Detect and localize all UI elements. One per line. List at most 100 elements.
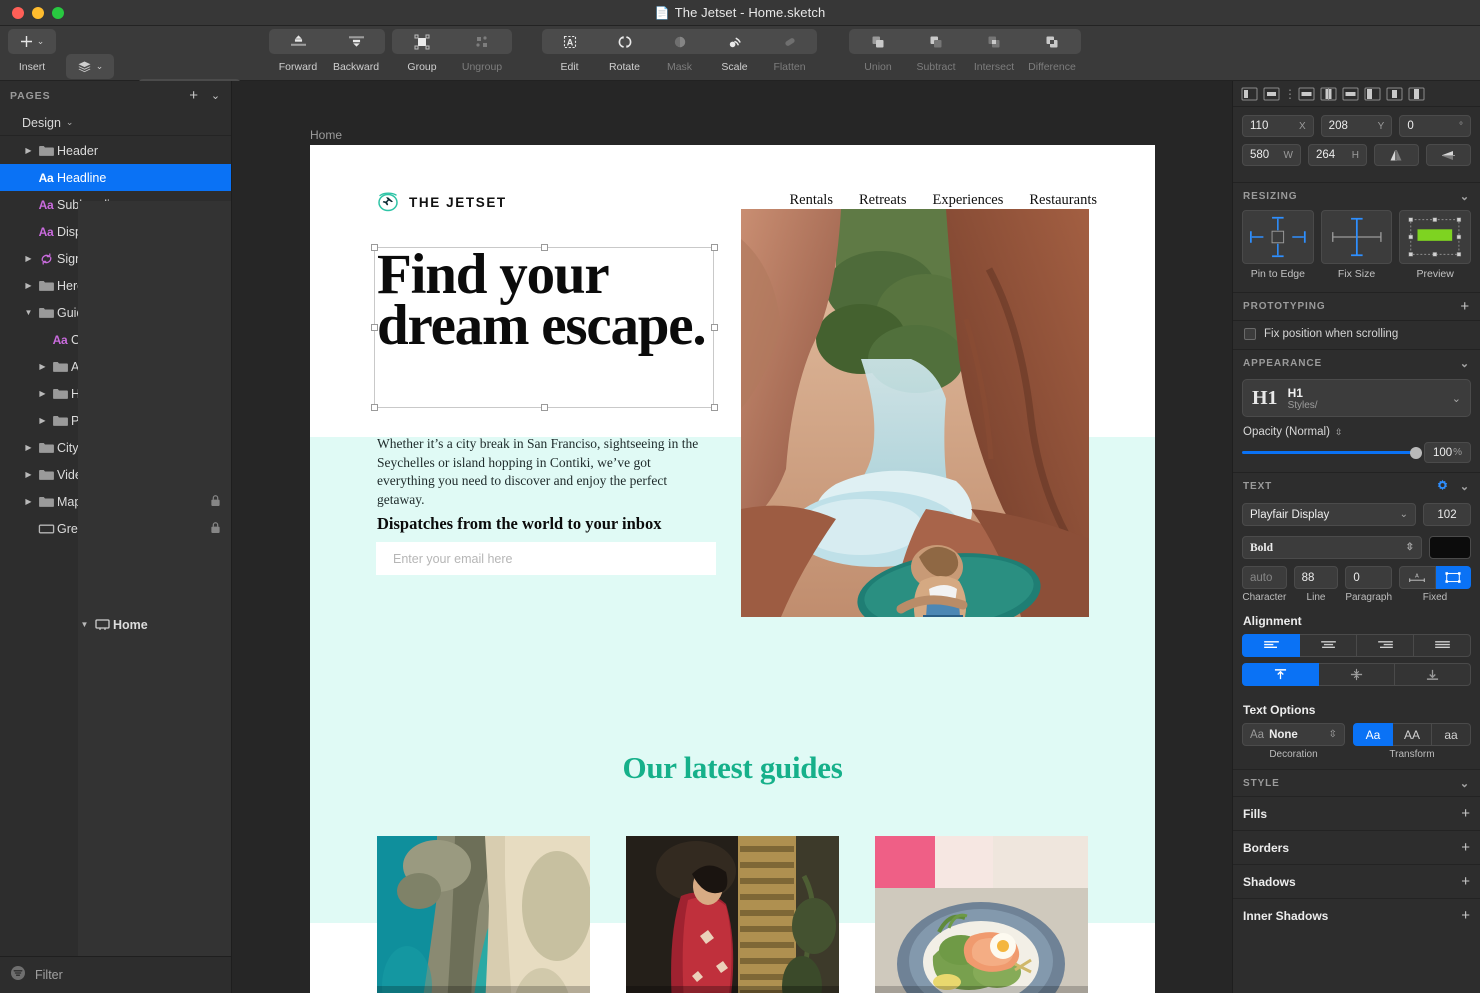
guide-card-australia[interactable]: Dine Australia — [875, 836, 1088, 993]
character-input[interactable]: auto — [1242, 566, 1287, 589]
ungroup-button[interactable] — [452, 29, 512, 54]
add-inner-shadow-button[interactable]: + — [1461, 907, 1470, 924]
width-input[interactable]: 580 W — [1242, 144, 1301, 166]
flip-horizontal-button[interactable] — [1374, 144, 1419, 166]
align-left-edges-icon[interactable] — [1240, 85, 1259, 103]
mask-button[interactable] — [652, 29, 707, 54]
text-color-swatch[interactable] — [1429, 536, 1471, 559]
selection-handle-top-right[interactable] — [711, 244, 718, 251]
blend-mode-stepper-icon[interactable]: ⇳ — [1335, 427, 1343, 438]
opacity-slider-knob[interactable] — [1410, 446, 1422, 459]
subheading-text[interactable]: Whether it’s a city break in San Francis… — [377, 435, 707, 509]
font-family-select[interactable]: Playfair Display ⌄ — [1242, 503, 1416, 526]
opacity-control[interactable]: 100 % — [1233, 442, 1480, 472]
chevron-down-icon[interactable]: ⌄ — [1460, 777, 1470, 790]
selection-handle-middle-right[interactable] — [711, 324, 718, 331]
line-input[interactable]: 88 — [1293, 566, 1339, 589]
opacity-slider[interactable] — [1242, 446, 1422, 459]
nav-item-rentals[interactable]: Rentals — [789, 192, 833, 209]
text-sizing-field[interactable]: A Fixed — [1399, 566, 1472, 603]
fix-position-when-scrolling-row[interactable]: Fix position when scrolling — [1233, 321, 1480, 349]
align-left-button[interactable] — [1242, 634, 1300, 657]
decoration-field[interactable]: Aa None ⇳ Decoration — [1242, 723, 1345, 760]
text-style-selector[interactable]: H1 H1 Styles/ ⌄ — [1242, 379, 1471, 417]
artboard-label[interactable]: Home — [310, 128, 342, 142]
flip-vertical-button[interactable] — [1426, 144, 1471, 166]
hero-image[interactable] — [741, 209, 1089, 617]
resizing-section-header[interactable]: RESIZING ⌄ — [1233, 183, 1480, 210]
guide-card-portugal[interactable]: Discover Portugal — [377, 836, 590, 993]
disclosure-triangle-collapsed-icon[interactable]: ▶ — [36, 416, 49, 425]
borders-row[interactable]: Borders + — [1233, 830, 1480, 864]
horizontal-alignment-group[interactable] — [1242, 634, 1471, 657]
style-section-header[interactable]: STYLE ⌄ — [1233, 769, 1480, 796]
x-position-input[interactable]: 110 X — [1242, 115, 1314, 137]
disclosure-triangle-expanded-icon[interactable]: ▼ — [78, 620, 91, 629]
layer-row-headline[interactable]: Aa Headline — [0, 164, 231, 191]
selection-handle-bottom-right[interactable] — [711, 404, 718, 411]
toolbar-insert[interactable]: ⌄ Insert — [8, 29, 56, 73]
move-backward-button[interactable] — [327, 29, 385, 54]
align-vertical-center-icon[interactable] — [1319, 85, 1338, 103]
selection-handle-middle-left[interactable] — [371, 324, 378, 331]
vertical-alignment-group[interactable] — [1242, 663, 1471, 686]
rotate-button[interactable] — [597, 29, 652, 54]
artboard-home[interactable]: THE JETSET Rentals Retreats Experiences … — [310, 145, 1155, 993]
page-selector[interactable]: Design ⌄ — [0, 110, 231, 136]
scale-button[interactable] — [707, 29, 762, 54]
align-bottom-button[interactable] — [1395, 663, 1471, 686]
align-middle-button[interactable] — [1319, 663, 1395, 686]
disclosure-triangle-collapsed-icon[interactable]: ▶ — [22, 443, 35, 452]
text-options-row[interactable]: Aa None ⇳ Decoration Aa AA aa Transform — [1233, 723, 1480, 760]
site-logo[interactable]: THE JETSET — [376, 190, 507, 214]
email-signup-input[interactable]: Enter your email here — [376, 542, 716, 575]
font-weight-select[interactable]: Bold ⇳ — [1242, 536, 1422, 559]
align-right-button[interactable] — [1357, 634, 1414, 657]
align-top-button[interactable] — [1242, 663, 1319, 686]
character-spacing-field[interactable]: auto Character — [1242, 566, 1287, 603]
fills-row[interactable]: Fills + — [1233, 796, 1480, 830]
selection-handle-bottom-center[interactable] — [541, 404, 548, 411]
lock-icon[interactable] — [210, 494, 221, 510]
disclosure-triangle-collapsed-icon[interactable]: ▶ — [22, 497, 35, 506]
disclosure-triangle-expanded-icon[interactable]: ▼ — [22, 308, 35, 317]
nav-item-restaurants[interactable]: Restaurants — [1029, 192, 1097, 209]
add-shadow-button[interactable]: + — [1461, 873, 1470, 890]
font-family-row[interactable]: Playfair Display ⌄ 102 — [1233, 500, 1480, 533]
selection-handle-top-left[interactable] — [371, 244, 378, 251]
add-prototype-link-button[interactable]: + — [1460, 298, 1470, 315]
font-size-input[interactable]: 102 — [1423, 503, 1471, 526]
disclosure-triangle-collapsed-icon[interactable]: ▶ — [22, 254, 35, 263]
height-input[interactable]: 264 H — [1308, 144, 1367, 166]
paragraph-spacing-field[interactable]: 0 Paragraph — [1345, 566, 1393, 603]
intersect-button[interactable] — [965, 29, 1023, 54]
decoration-select[interactable]: Aa None ⇳ — [1242, 723, 1345, 746]
y-position-input[interactable]: 208 Y — [1320, 115, 1393, 137]
move-forward-button[interactable] — [269, 29, 327, 54]
appearance-section-header[interactable]: APPEARANCE ⌄ — [1233, 350, 1480, 377]
headline-text[interactable]: Find your dream escape. — [377, 246, 715, 354]
layer-artboard-home[interactable]: ▼ Home — [78, 201, 231, 956]
distribute-vertical-icon[interactable] — [1341, 85, 1360, 103]
data-button[interactable]: ⌄ — [66, 54, 114, 79]
line-spacing-field[interactable]: 88 Line — [1293, 566, 1339, 603]
resizing-options[interactable]: Pin to Edge Fix Size Preview — [1233, 210, 1480, 286]
group-button[interactable] — [392, 29, 452, 54]
more-options-icon[interactable]: ⋮ — [1284, 87, 1296, 101]
subtract-button[interactable] — [907, 29, 965, 54]
text-section-header[interactable]: TEXT ⌄ — [1233, 473, 1480, 500]
fix-position-checkbox[interactable] — [1244, 328, 1256, 340]
guides-title[interactable]: Our latest guides — [310, 750, 1155, 786]
align-top-edges-icon[interactable] — [1363, 85, 1382, 103]
disclosure-triangle-collapsed-icon[interactable]: ▶ — [36, 389, 49, 398]
nav-item-retreats[interactable]: Retreats — [859, 192, 907, 209]
font-weight-row[interactable]: Bold ⇳ — [1233, 533, 1480, 566]
edit-button[interactable]: A — [542, 29, 597, 54]
selection-handle-top-center[interactable] — [541, 244, 548, 251]
layer-list[interactable]: ▼ Home ▶Header AaHeadline AaSubheading A… — [0, 137, 231, 956]
shadows-row[interactable]: Shadows + — [1233, 864, 1480, 898]
guide-card-ho-chi-minh[interactable]: Experience Ho Chi Minh — [626, 836, 839, 993]
transform-none-button[interactable]: Aa — [1353, 723, 1393, 746]
pages-chevron-down-icon[interactable]: ⌄ — [211, 89, 221, 102]
inner-shadows-row[interactable]: Inner Shadows + — [1233, 898, 1480, 932]
